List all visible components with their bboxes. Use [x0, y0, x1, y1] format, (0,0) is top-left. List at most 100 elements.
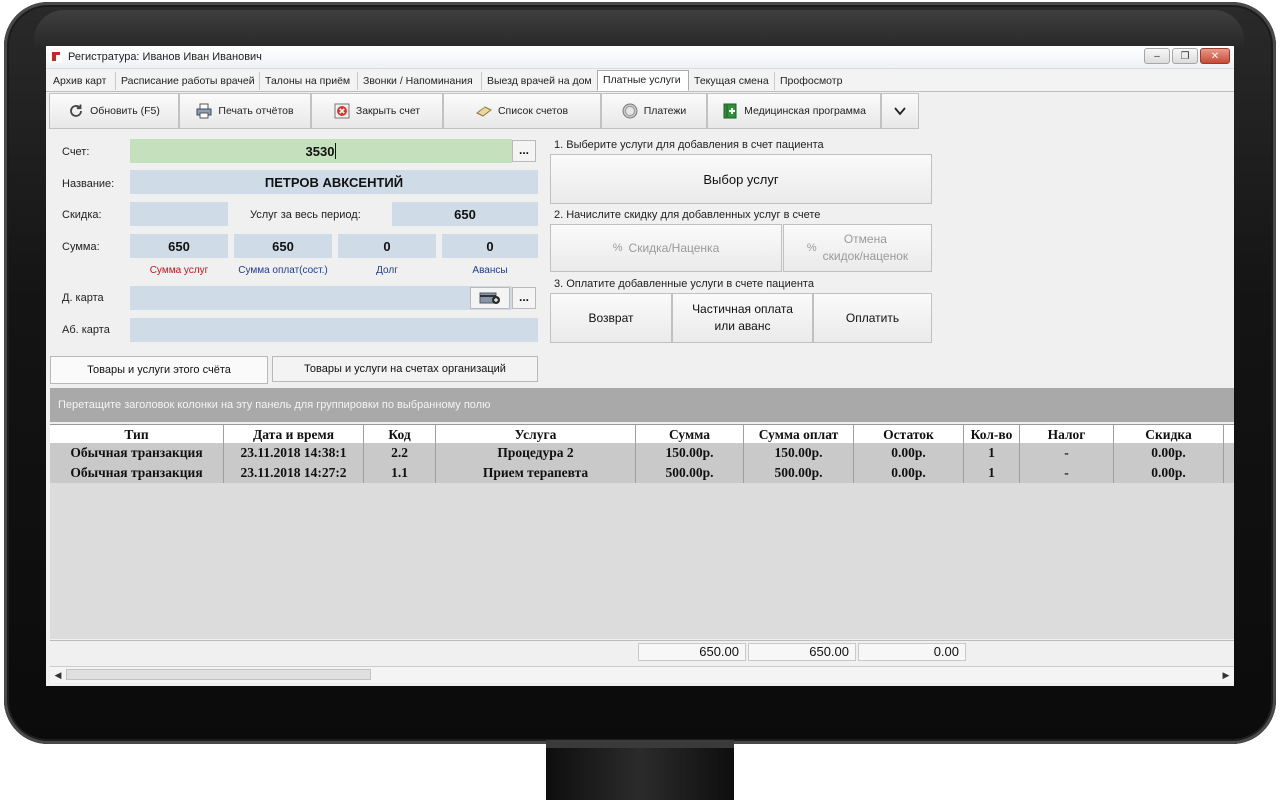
- scrollbar-thumb[interactable]: [66, 669, 371, 680]
- grid-totals-row: 650.00 650.00 0.00: [50, 640, 1234, 663]
- cancel-discounts-button[interactable]: % Отмена скидок/наценок: [783, 224, 932, 272]
- cell-quantity: 1: [964, 463, 1020, 483]
- tab-tickets[interactable]: Талоны на приём: [260, 72, 358, 90]
- toolbar-more-button[interactable]: [881, 93, 919, 129]
- debt-field: 0: [338, 234, 436, 258]
- scroll-left-icon[interactable]: ◀: [51, 668, 65, 682]
- discount-field[interactable]: [130, 202, 228, 226]
- col-header-datetime[interactable]: Дата и время: [224, 425, 364, 444]
- tab-organization-items[interactable]: Товары и услуги на счетах организаций: [272, 356, 538, 382]
- col-header-type[interactable]: Тип: [50, 425, 224, 444]
- cell-quantity: 1: [964, 443, 1020, 463]
- tab-calls-reminders[interactable]: Звонки / Напоминания: [358, 72, 482, 90]
- col-header-tax[interactable]: Налог: [1020, 425, 1114, 444]
- money-icon: [476, 106, 492, 117]
- grid-empty-area: [50, 483, 1234, 639]
- subscription-card-field[interactable]: [130, 318, 538, 342]
- tab-home-visits[interactable]: Выезд врачей на дом: [482, 72, 598, 90]
- text-cursor: [335, 143, 337, 159]
- percent-cancel-icon: %: [806, 241, 817, 254]
- chevron-down-icon: [894, 107, 906, 116]
- refresh-icon: [70, 104, 83, 117]
- refund-button[interactable]: Возврат: [550, 293, 672, 343]
- cell-remainder: 0.00р.: [854, 463, 964, 483]
- accounts-list-label: Список счетов: [497, 105, 569, 117]
- cell-type: Обычная транзакция: [50, 463, 224, 483]
- medical-book-icon: [723, 103, 737, 119]
- account-picker-button[interactable]: ...: [512, 140, 536, 162]
- app-logo-icon: [50, 50, 62, 63]
- total-paid-sum: 650.00: [748, 643, 856, 661]
- step3-label: 3. Оплатите добавленные услуги в счете п…: [554, 278, 814, 290]
- toolbar: Обновить (F5) Печать отчётов Закрыть сче…: [49, 93, 919, 131]
- cancel-discounts-line1: Отмена: [843, 232, 887, 246]
- select-services-button[interactable]: Выбор услуг: [550, 154, 932, 204]
- discount-card-picker-button[interactable]: ...: [512, 287, 536, 309]
- col-header-sum[interactable]: Сумма: [636, 425, 744, 444]
- caption-sum-services: Сумма услуг: [149, 265, 209, 276]
- cell-paid-sum: 500.00р.: [744, 463, 854, 483]
- account-field[interactable]: 3530: [130, 139, 512, 163]
- col-header-discount[interactable]: Скидка: [1114, 425, 1224, 444]
- table-row[interactable]: Обычная транзакция 23.11.2018 14:27:2 1.…: [50, 463, 1234, 484]
- col-header-quantity[interactable]: Кол-во: [964, 425, 1020, 444]
- account-value: 3530: [305, 143, 335, 159]
- partial-payment-button[interactable]: Частичная оплата или аванс: [672, 293, 813, 343]
- medical-program-button[interactable]: Медицинская программа: [707, 93, 881, 129]
- close-account-icon: [334, 103, 350, 119]
- name-field[interactable]: ПЕТРОВ АВКСЕНТИЙ: [130, 170, 538, 194]
- caption-sum-payments: Сумма оплат(сост.): [238, 265, 328, 276]
- close-icon[interactable]: ✕: [1200, 48, 1230, 64]
- minimize-icon[interactable]: –: [1144, 48, 1170, 64]
- caption-advances: Авансы: [472, 265, 508, 276]
- pay-button[interactable]: Оплатить: [813, 293, 932, 343]
- col-header-service[interactable]: Услуга: [436, 425, 636, 444]
- horizontal-scrollbar[interactable]: ◀ ▶: [50, 666, 1234, 683]
- close-account-button[interactable]: Закрыть счет: [311, 93, 443, 129]
- cell-sum: 500.00р.: [636, 463, 744, 483]
- medical-program-label: Медицинская программа: [744, 105, 866, 117]
- tab-this-account-items[interactable]: Товары и услуги этого счёта: [50, 356, 268, 384]
- table-row[interactable]: Обычная транзакция 23.11.2018 14:38:1 2.…: [50, 443, 1234, 464]
- scroll-right-icon[interactable]: ▶: [1219, 668, 1233, 682]
- tab-paid-services[interactable]: Платные услуги: [597, 70, 689, 91]
- cell-service: Процедура 2: [436, 443, 636, 463]
- cell-type: Обычная транзакция: [50, 443, 224, 463]
- discount-card-field[interactable]: [130, 286, 512, 310]
- maximize-icon[interactable]: ❐: [1172, 48, 1198, 64]
- print-reports-button[interactable]: Печать отчётов: [179, 93, 311, 129]
- col-header-remainder[interactable]: Остаток: [854, 425, 964, 444]
- window-title: Регистратура: Иванов Иван Иванович: [68, 51, 262, 63]
- accounts-list-button[interactable]: Список счетов: [443, 93, 601, 129]
- partial-payment-line2: или аванс: [714, 319, 771, 333]
- window-controls: – ❐ ✕: [1144, 48, 1230, 64]
- discount-markup-button[interactable]: % Скидка/Наценка: [550, 224, 782, 272]
- period-services-label: Услуг за весь период:: [250, 209, 361, 221]
- cell-tax: -: [1020, 443, 1114, 463]
- tab-card-archive[interactable]: Архив карт: [48, 72, 116, 90]
- discount-card-label: Д. карта: [62, 292, 104, 304]
- payments-button[interactable]: Платежи: [601, 93, 707, 129]
- group-by-panel[interactable]: Перетащите заголовок колонки на эту пане…: [50, 388, 1234, 422]
- col-header-paid-sum[interactable]: Сумма оплат: [744, 425, 854, 444]
- step2-label: 2. Начислите скидку для добавленных услу…: [554, 209, 821, 221]
- tab-current-shift[interactable]: Текущая смена: [689, 72, 775, 90]
- items-grid: Перетащите заголовок колонки на эту пане…: [50, 386, 1234, 686]
- payments-label: Платежи: [643, 105, 687, 117]
- add-card-button[interactable]: [470, 287, 510, 309]
- refresh-button[interactable]: Обновить (F5): [49, 93, 179, 129]
- col-header-code[interactable]: Код: [364, 425, 436, 444]
- cancel-discounts-text: Отмена скидок/наценок: [823, 231, 908, 265]
- total-sum: 650.00: [638, 643, 746, 661]
- tab-doctors-schedule[interactable]: Расписание работы врачей: [116, 72, 260, 90]
- print-reports-label: Печать отчётов: [218, 105, 294, 117]
- cell-remainder: 0.00р.: [854, 443, 964, 463]
- coin-icon: [622, 103, 638, 119]
- cell-code: 2.2: [364, 443, 436, 463]
- monitor-stand: [546, 740, 734, 800]
- cell-service: Прием терапевта: [436, 463, 636, 483]
- monitor-gloss: [34, 10, 1244, 50]
- app-window: Регистратура: Иванов Иван Иванович – ❐ ✕…: [46, 46, 1234, 686]
- tab-checkup[interactable]: Профосмотр: [775, 72, 849, 90]
- cell-paid-sum: 150.00р.: [744, 443, 854, 463]
